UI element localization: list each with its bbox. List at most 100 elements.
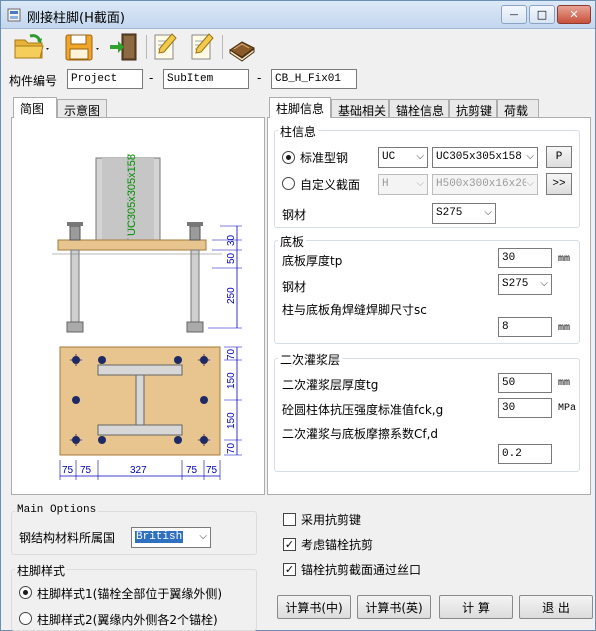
tab-foundation-label: 基础相关 bbox=[338, 104, 387, 118]
custom-type-select[interactable]: H ⌵ bbox=[378, 174, 428, 195]
chevron-down-icon: ⌵ bbox=[526, 178, 534, 189]
compute-button[interactable]: 计 算 bbox=[439, 595, 513, 619]
grout-thickness-unit: mm bbox=[558, 378, 571, 389]
chevron-down-icon: ⌵ bbox=[540, 278, 548, 289]
drawing-panel: UC305x305x158 30 50 250 70 150 150 70 75… bbox=[11, 117, 265, 495]
base-plate-elevation bbox=[57, 239, 207, 251]
dim-lower-3: 70 bbox=[226, 442, 237, 454]
thread-checkbox[interactable]: ✓ bbox=[283, 563, 296, 576]
maximize-button[interactable]: □ bbox=[529, 5, 555, 24]
close-icon: ✕ bbox=[569, 8, 579, 21]
dim-h-1: 75 bbox=[80, 465, 92, 476]
plate-steel-label: 钢材 bbox=[282, 280, 307, 294]
title-bar: 刚接柱脚(H截面) — □ ✕ bbox=[1, 1, 595, 29]
country-select[interactable]: British ⌵ bbox=[131, 527, 211, 548]
tab-loads[interactable]: 荷载 bbox=[497, 99, 539, 118]
exit-button[interactable]: 退 出 bbox=[519, 595, 593, 619]
calc-report-en-label: 计算书(英) bbox=[365, 600, 423, 615]
minimize-button[interactable]: — bbox=[501, 5, 527, 24]
base-info-panel: 柱信息 标准型钢 UC ⌵ UC305x305x158 ⌵ P 自定义截面 H ⌵ H… bbox=[267, 117, 591, 495]
tab-schematic-label: 示意图 bbox=[64, 104, 101, 118]
grout-thickness-input[interactable]: 50 bbox=[498, 373, 552, 393]
style2-radio[interactable] bbox=[19, 612, 32, 625]
style1-label: 柱脚样式1(锚栓全部位于翼缘外侧) bbox=[37, 587, 222, 601]
standard-type-select[interactable]: UC ⌵ bbox=[378, 147, 428, 168]
plate-steel-select[interactable]: S275 ⌵ bbox=[498, 274, 552, 295]
chevron-down-icon: ⌵ bbox=[416, 151, 424, 162]
dim-lower-1: 150 bbox=[226, 372, 237, 389]
dim-h-3: 75 bbox=[186, 465, 198, 476]
plate-thickness-input[interactable]: 30 bbox=[498, 248, 552, 268]
main-options-title: Main Options bbox=[15, 504, 99, 516]
item-field[interactable]: CB_H_Fix01 bbox=[271, 69, 357, 89]
anchor-shear-label: 考虑锚栓抗剪 bbox=[301, 538, 374, 552]
style1-radio[interactable] bbox=[19, 586, 32, 599]
close-button[interactable]: ✕ bbox=[557, 5, 591, 24]
tab-schematic[interactable]: 示意图 bbox=[57, 99, 107, 118]
style2-label: 柱脚样式2(翼缘内外侧各2个锚栓) bbox=[37, 613, 218, 627]
chevron-down-icon: ⌵ bbox=[199, 531, 207, 542]
grout-thickness-label: 二次灌浆层厚度tg bbox=[282, 378, 379, 392]
base-style-title: 柱脚样式 bbox=[15, 562, 68, 579]
help-book-button[interactable] bbox=[225, 31, 259, 63]
toolbar-separator-2 bbox=[222, 35, 223, 59]
weld-size-input[interactable]: 8 bbox=[498, 317, 552, 337]
column-steel-label: 钢材 bbox=[282, 208, 307, 222]
friction-label: 二次灌浆与底板摩擦系数Cf,d bbox=[282, 427, 439, 441]
fck-unit: MPa bbox=[558, 403, 577, 414]
custom-section-value: H500x300x16x20 bbox=[436, 178, 529, 190]
standard-section-select[interactable]: UC305x305x158 ⌵ bbox=[432, 147, 538, 168]
tab-sketch[interactable]: 简图 bbox=[13, 97, 57, 118]
dim-h-0: 75 bbox=[62, 465, 74, 476]
tab-loads-label: 荷载 bbox=[504, 104, 529, 118]
p-button[interactable]: P bbox=[546, 146, 572, 168]
fck-label: 砼圆柱体抗压强度标准值fck,g bbox=[282, 403, 444, 417]
custom-section-radio[interactable] bbox=[282, 177, 295, 190]
tab-sketch-label: 简图 bbox=[20, 102, 45, 116]
column-steel-select[interactable]: S275 ⌵ bbox=[432, 203, 496, 224]
id-separator-2: - bbox=[257, 71, 262, 85]
tab-shear-key[interactable]: 抗剪键 bbox=[449, 99, 497, 118]
plate-thickness-unit: mm bbox=[558, 254, 571, 265]
edit-note-icon-2 bbox=[191, 33, 214, 60]
edit-button-2[interactable] bbox=[185, 31, 219, 63]
tab-foundation[interactable]: 基础相关 bbox=[331, 99, 389, 118]
more-button-label: >> bbox=[552, 178, 566, 190]
chevron-down-icon: ⌵ bbox=[526, 151, 534, 162]
subitem-field[interactable]: SubItem bbox=[163, 69, 249, 89]
column-info-title: 柱信息 bbox=[278, 123, 319, 140]
window-title: 刚接柱脚(H截面) bbox=[27, 11, 125, 26]
compute-label: 计 算 bbox=[462, 600, 490, 615]
more-button[interactable]: >> bbox=[546, 173, 572, 195]
exit-toolbar-button[interactable] bbox=[105, 31, 143, 63]
edit-button-1[interactable] bbox=[148, 31, 182, 63]
custom-section-select[interactable]: H500x300x16x20 ⌵ bbox=[432, 174, 538, 195]
shear-key-checkbox[interactable] bbox=[283, 513, 296, 526]
column-base-drawing: UC305x305x158 30 50 250 70 150 150 70 75… bbox=[52, 154, 242, 480]
tab-anchor[interactable]: 锚栓信息 bbox=[389, 99, 449, 118]
maximize-icon: □ bbox=[536, 8, 548, 21]
calc-report-en-button[interactable]: 计算书(英) bbox=[357, 595, 431, 619]
dim-upper-0: 30 bbox=[226, 234, 237, 246]
tab-base-info[interactable]: 柱脚信息 bbox=[269, 97, 331, 118]
tab-shear-key-label: 抗剪键 bbox=[456, 104, 493, 118]
base-plate-title: 底板 bbox=[278, 233, 307, 250]
project-field[interactable]: Project bbox=[67, 69, 143, 89]
chevron-down-icon: ⌵ bbox=[484, 207, 492, 218]
fck-input[interactable]: 30 bbox=[498, 398, 552, 418]
section-label: UC305x305x158 bbox=[126, 154, 138, 236]
plate-thickness-label: 底板厚度tp bbox=[282, 254, 343, 268]
thread-label: 锚栓抗剪截面通过丝口 bbox=[301, 563, 422, 577]
custom-type-value: H bbox=[382, 178, 389, 190]
calc-report-cn-button[interactable]: 计算书(中) bbox=[277, 595, 351, 619]
standard-section-radio[interactable] bbox=[282, 151, 295, 164]
anchor-shear-checkbox[interactable]: ✓ bbox=[283, 538, 296, 551]
save-button[interactable] bbox=[59, 31, 105, 63]
standard-section-label: 标准型钢 bbox=[300, 151, 349, 165]
save-disk-icon bbox=[65, 34, 99, 61]
weld-size-label: 柱与底板角焊缝焊脚尺寸sc bbox=[282, 303, 427, 317]
id-separator-1: - bbox=[149, 71, 154, 85]
dim-lower-2: 150 bbox=[226, 412, 237, 429]
friction-input[interactable]: 0.2 bbox=[498, 444, 552, 464]
open-button[interactable] bbox=[9, 31, 55, 63]
